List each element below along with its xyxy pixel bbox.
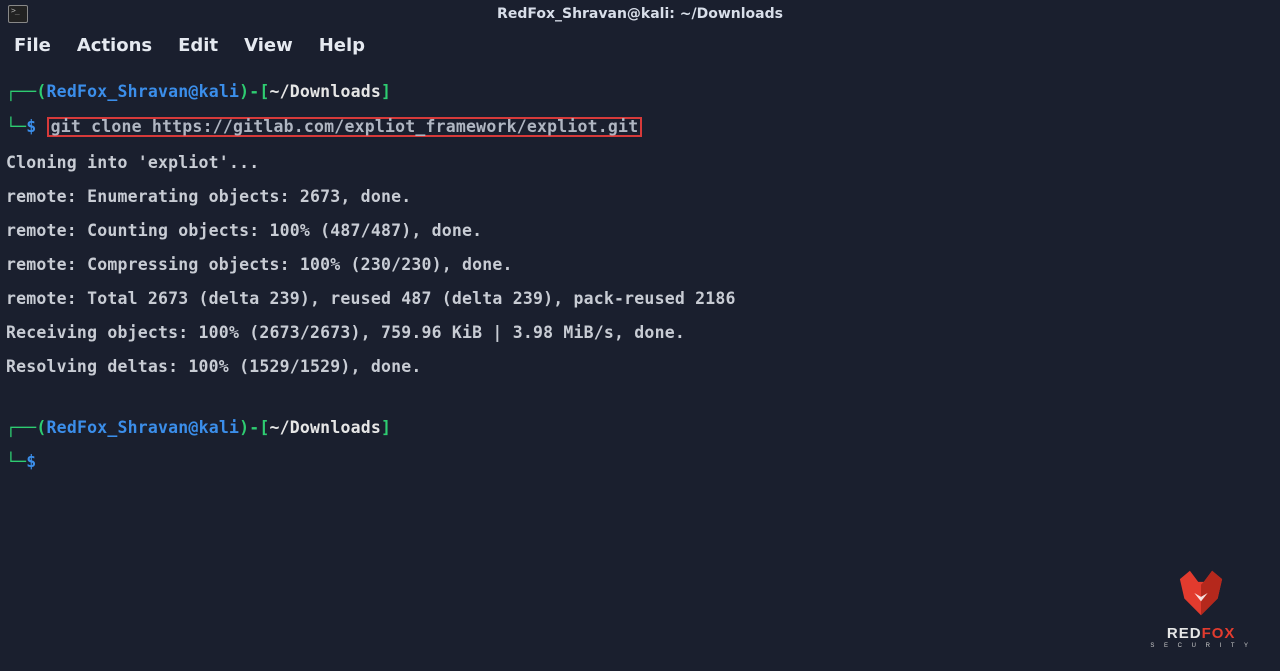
menu-actions[interactable]: Actions [77,35,152,56]
prompt-close-bracket-2: ] [381,418,391,437]
terminal-icon [8,5,28,23]
window-title: RedFox_Shravan@kali: ~/Downloads [497,6,783,22]
prompt-command-line-2[interactable]: └─$ [6,453,1274,470]
prompt-corner-bottom-2: └─ [6,452,26,471]
prompt-corner-top-2: ┌── [6,418,36,437]
watermark-logo: REDFOX S E C U R I T Y [1150,568,1252,649]
output-line-3: remote: Counting objects: 100% (487/487)… [6,222,1274,239]
highlighted-command: git clone https://gitlab.com/expliot_fra… [47,117,643,138]
output-line-5: remote: Total 2673 (delta 239), reused 4… [6,290,1274,307]
prompt-at-2: @ [188,418,198,437]
prompt-corner-bottom: └─ [6,117,26,136]
prompt-path-2: ~/Downloads [270,418,381,437]
output-line-4: remote: Compressing objects: 100% (230/2… [6,256,1274,273]
terminal-output[interactable]: ┌──(RedFox_Shravan@kali)-[~/Downloads] └… [0,62,1280,491]
prompt-close-user: )-[ [239,82,269,101]
prompt-host: kali [199,82,240,101]
prompt-path: ~/Downloads [270,82,381,101]
logo-subtitle: S E C U R I T Y [1150,643,1252,649]
prompt-at: @ [188,82,198,101]
spacer [6,392,1274,402]
prompt-user-2: RedFox_Shravan [47,418,189,437]
logo-text-red: RED [1167,625,1202,642]
prompt-open-paren-2: ( [36,418,46,437]
prompt-line-1: ┌──(RedFox_Shravan@kali)-[~/Downloads] [6,83,1274,100]
menu-help[interactable]: Help [319,35,365,56]
prompt-user: RedFox_Shravan [47,82,189,101]
prompt-host-2: kali [199,418,240,437]
prompt-corner-top: ┌── [6,82,36,101]
menu-edit[interactable]: Edit [178,35,218,56]
command-text: git clone https://gitlab.com/expliot_fra… [51,117,639,136]
prompt-close-bracket: ] [381,82,391,101]
logo-text-fox: FOX [1202,625,1236,642]
output-line-6: Receiving objects: 100% (2673/2673), 759… [6,324,1274,341]
prompt-close-user-2: )-[ [239,418,269,437]
fox-icon [1171,568,1231,618]
prompt-line-2: ┌──(RedFox_Shravan@kali)-[~/Downloads] [6,419,1274,436]
menu-file[interactable]: File [14,35,51,56]
menu-view[interactable]: View [244,35,293,56]
output-line-1: Cloning into 'expliot'... [6,154,1274,171]
window-titlebar: RedFox_Shravan@kali: ~/Downloads [0,0,1280,28]
menu-bar: File Actions Edit View Help [0,28,1280,62]
output-line-2: remote: Enumerating objects: 2673, done. [6,188,1274,205]
logo-brand: REDFOX [1150,625,1252,642]
prompt-open-paren: ( [36,82,46,101]
output-line-7: Resolving deltas: 100% (1529/1529), done… [6,358,1274,375]
prompt-symbol: $ [26,117,36,136]
prompt-symbol-2: $ [26,452,36,471]
prompt-command-line-1: └─$ git clone https://gitlab.com/expliot… [6,117,1274,138]
